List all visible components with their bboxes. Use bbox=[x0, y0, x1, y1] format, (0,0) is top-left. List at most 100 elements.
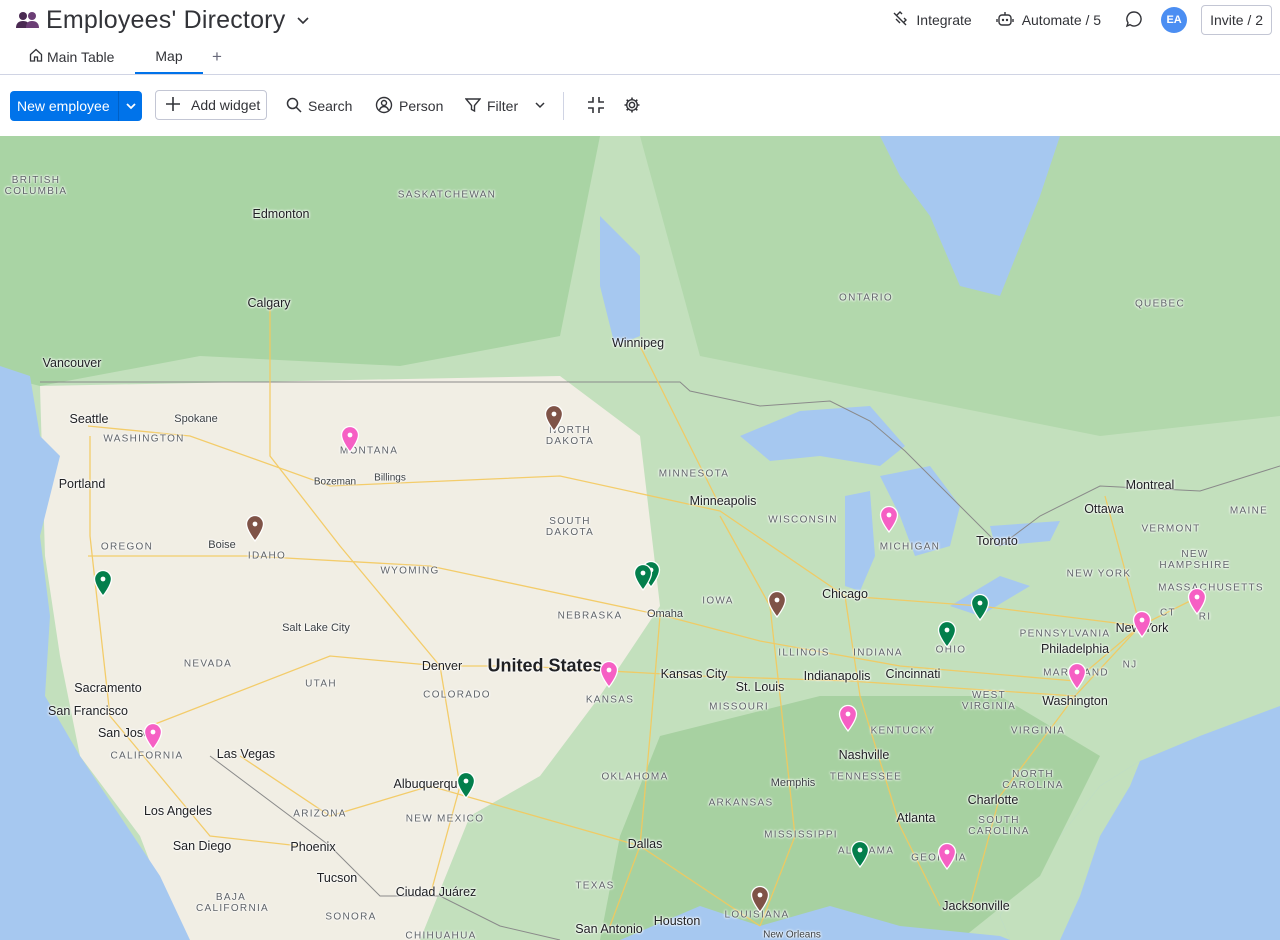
map-pin[interactable] bbox=[767, 590, 787, 619]
city-label: Chicago bbox=[822, 587, 868, 601]
search-button[interactable]: Search bbox=[286, 91, 352, 121]
board-title-area[interactable]: Employees' Directory bbox=[16, 4, 311, 36]
city-label: Nashville bbox=[838, 748, 890, 762]
city-label: Albuquerque bbox=[393, 777, 465, 791]
filter-label: Filter bbox=[487, 98, 519, 114]
region-label: TENNESSEE bbox=[829, 771, 903, 783]
city-label: San Antonio bbox=[575, 922, 643, 936]
person-icon bbox=[375, 96, 393, 117]
gear-icon bbox=[623, 96, 641, 117]
map-pin[interactable] bbox=[245, 514, 265, 543]
region-label: MISSOURI bbox=[709, 701, 769, 713]
map-pin-icon bbox=[879, 505, 899, 534]
automate-button[interactable]: Automate / 5 bbox=[984, 4, 1113, 36]
robot-icon bbox=[995, 11, 1014, 30]
map-pin[interactable] bbox=[599, 660, 619, 689]
filter-button[interactable]: Filter bbox=[464, 91, 546, 121]
chevron-down-icon[interactable] bbox=[295, 12, 311, 28]
map-pin[interactable] bbox=[544, 404, 564, 433]
map-pin[interactable] bbox=[93, 569, 113, 598]
map-pin-icon bbox=[1132, 610, 1152, 639]
person-filter-button[interactable]: Person bbox=[375, 91, 443, 121]
map-pin[interactable] bbox=[143, 722, 163, 751]
city-label: Portland bbox=[58, 477, 106, 491]
region-label: MAINE bbox=[1229, 505, 1269, 517]
new-employee-button[interactable]: New employee bbox=[10, 91, 142, 121]
map-pin-icon bbox=[340, 425, 360, 454]
city-label: Omaha bbox=[646, 608, 684, 620]
map-pin-icon bbox=[544, 404, 564, 433]
map-pin-icon bbox=[245, 514, 265, 543]
map-pin[interactable] bbox=[838, 704, 858, 733]
chevron-down-icon[interactable] bbox=[534, 98, 546, 114]
map-pin[interactable] bbox=[456, 771, 476, 800]
invite-button[interactable]: Invite / 2 bbox=[1201, 5, 1272, 35]
region-label: NJ bbox=[1122, 659, 1138, 671]
add-widget-label: Add widget bbox=[191, 97, 261, 113]
map-pin-icon bbox=[750, 885, 770, 914]
region-label: ONTARIO bbox=[839, 292, 893, 304]
map-pin-icon bbox=[1187, 587, 1207, 616]
settings-button[interactable] bbox=[623, 91, 641, 121]
city-label: Boise bbox=[208, 539, 236, 551]
city-label: Salt Lake City bbox=[282, 622, 350, 634]
new-employee-label: New employee bbox=[17, 98, 110, 114]
region-label: COLORADO bbox=[423, 689, 491, 701]
tab-main-table[interactable]: Main Table bbox=[29, 40, 114, 73]
map-pin[interactable] bbox=[1067, 662, 1087, 691]
view-tabs: Main Table Map + bbox=[0, 40, 1280, 75]
map-pin[interactable] bbox=[340, 425, 360, 454]
region-label: NEVADA bbox=[183, 658, 233, 670]
region-label: SASKATCHEWAN bbox=[397, 189, 497, 201]
collapse-icon bbox=[587, 96, 605, 117]
add-widget-button[interactable]: Add widget bbox=[155, 90, 267, 120]
region-label: INDIANA bbox=[853, 647, 903, 659]
city-label: Tucson bbox=[316, 871, 358, 885]
city-label: Ottawa bbox=[1084, 502, 1124, 516]
map-pin[interactable] bbox=[1132, 610, 1152, 639]
city-label: Montreal bbox=[1125, 478, 1175, 492]
region-label: MICHIGAN bbox=[879, 541, 941, 553]
region-label: KANSAS bbox=[585, 694, 635, 706]
tab-map[interactable]: Map bbox=[135, 40, 203, 74]
map-pin[interactable] bbox=[750, 885, 770, 914]
region-label: SONORA bbox=[325, 911, 377, 923]
map-pin-icon bbox=[838, 704, 858, 733]
region-label: NEBRASKA bbox=[557, 610, 623, 622]
integrate-button[interactable]: Integrate bbox=[880, 4, 983, 36]
map-view[interactable]: United States Edmonton Calgary Vancouver… bbox=[0, 136, 1280, 940]
avatar[interactable]: EA bbox=[1161, 7, 1188, 33]
city-label: Spokane bbox=[174, 413, 218, 425]
city-label: Bozeman bbox=[313, 476, 357, 488]
map-pin[interactable] bbox=[970, 593, 990, 622]
collapse-button[interactable] bbox=[587, 91, 605, 121]
map-pin[interactable] bbox=[633, 563, 653, 592]
region-label: IDAHO bbox=[247, 550, 287, 562]
map-pin[interactable] bbox=[937, 620, 957, 649]
map-pin[interactable] bbox=[879, 505, 899, 534]
city-label: Kansas City bbox=[660, 667, 728, 681]
map-base bbox=[0, 136, 1280, 940]
city-label: Los Angeles bbox=[143, 804, 213, 818]
city-label: Seattle bbox=[69, 412, 109, 426]
updates-button[interactable] bbox=[1113, 4, 1155, 36]
automate-label: Automate / 5 bbox=[1021, 12, 1102, 28]
region-label: CHIHUAHUA bbox=[405, 930, 477, 940]
city-label: Atlanta bbox=[896, 811, 936, 825]
chevron-down-icon[interactable] bbox=[118, 91, 142, 121]
add-view-button[interactable]: + bbox=[212, 40, 222, 73]
city-label: Memphis bbox=[770, 777, 816, 789]
city-label: Winnipeg bbox=[611, 336, 665, 350]
tab-main-table-label: Main Table bbox=[47, 48, 115, 65]
map-pin[interactable] bbox=[1187, 587, 1207, 616]
country-label: United States bbox=[487, 655, 603, 676]
region-label: WEST VIRGINIA bbox=[961, 690, 1017, 712]
map-pin[interactable] bbox=[850, 840, 870, 869]
region-label: WASHINGTON bbox=[103, 433, 185, 445]
city-label: Calgary bbox=[247, 296, 291, 310]
region-label: ILLINOIS bbox=[778, 647, 830, 659]
map-pin-icon bbox=[143, 722, 163, 751]
city-label: St. Louis bbox=[735, 680, 785, 694]
city-label: Edmonton bbox=[252, 207, 310, 221]
map-pin[interactable] bbox=[937, 842, 957, 871]
